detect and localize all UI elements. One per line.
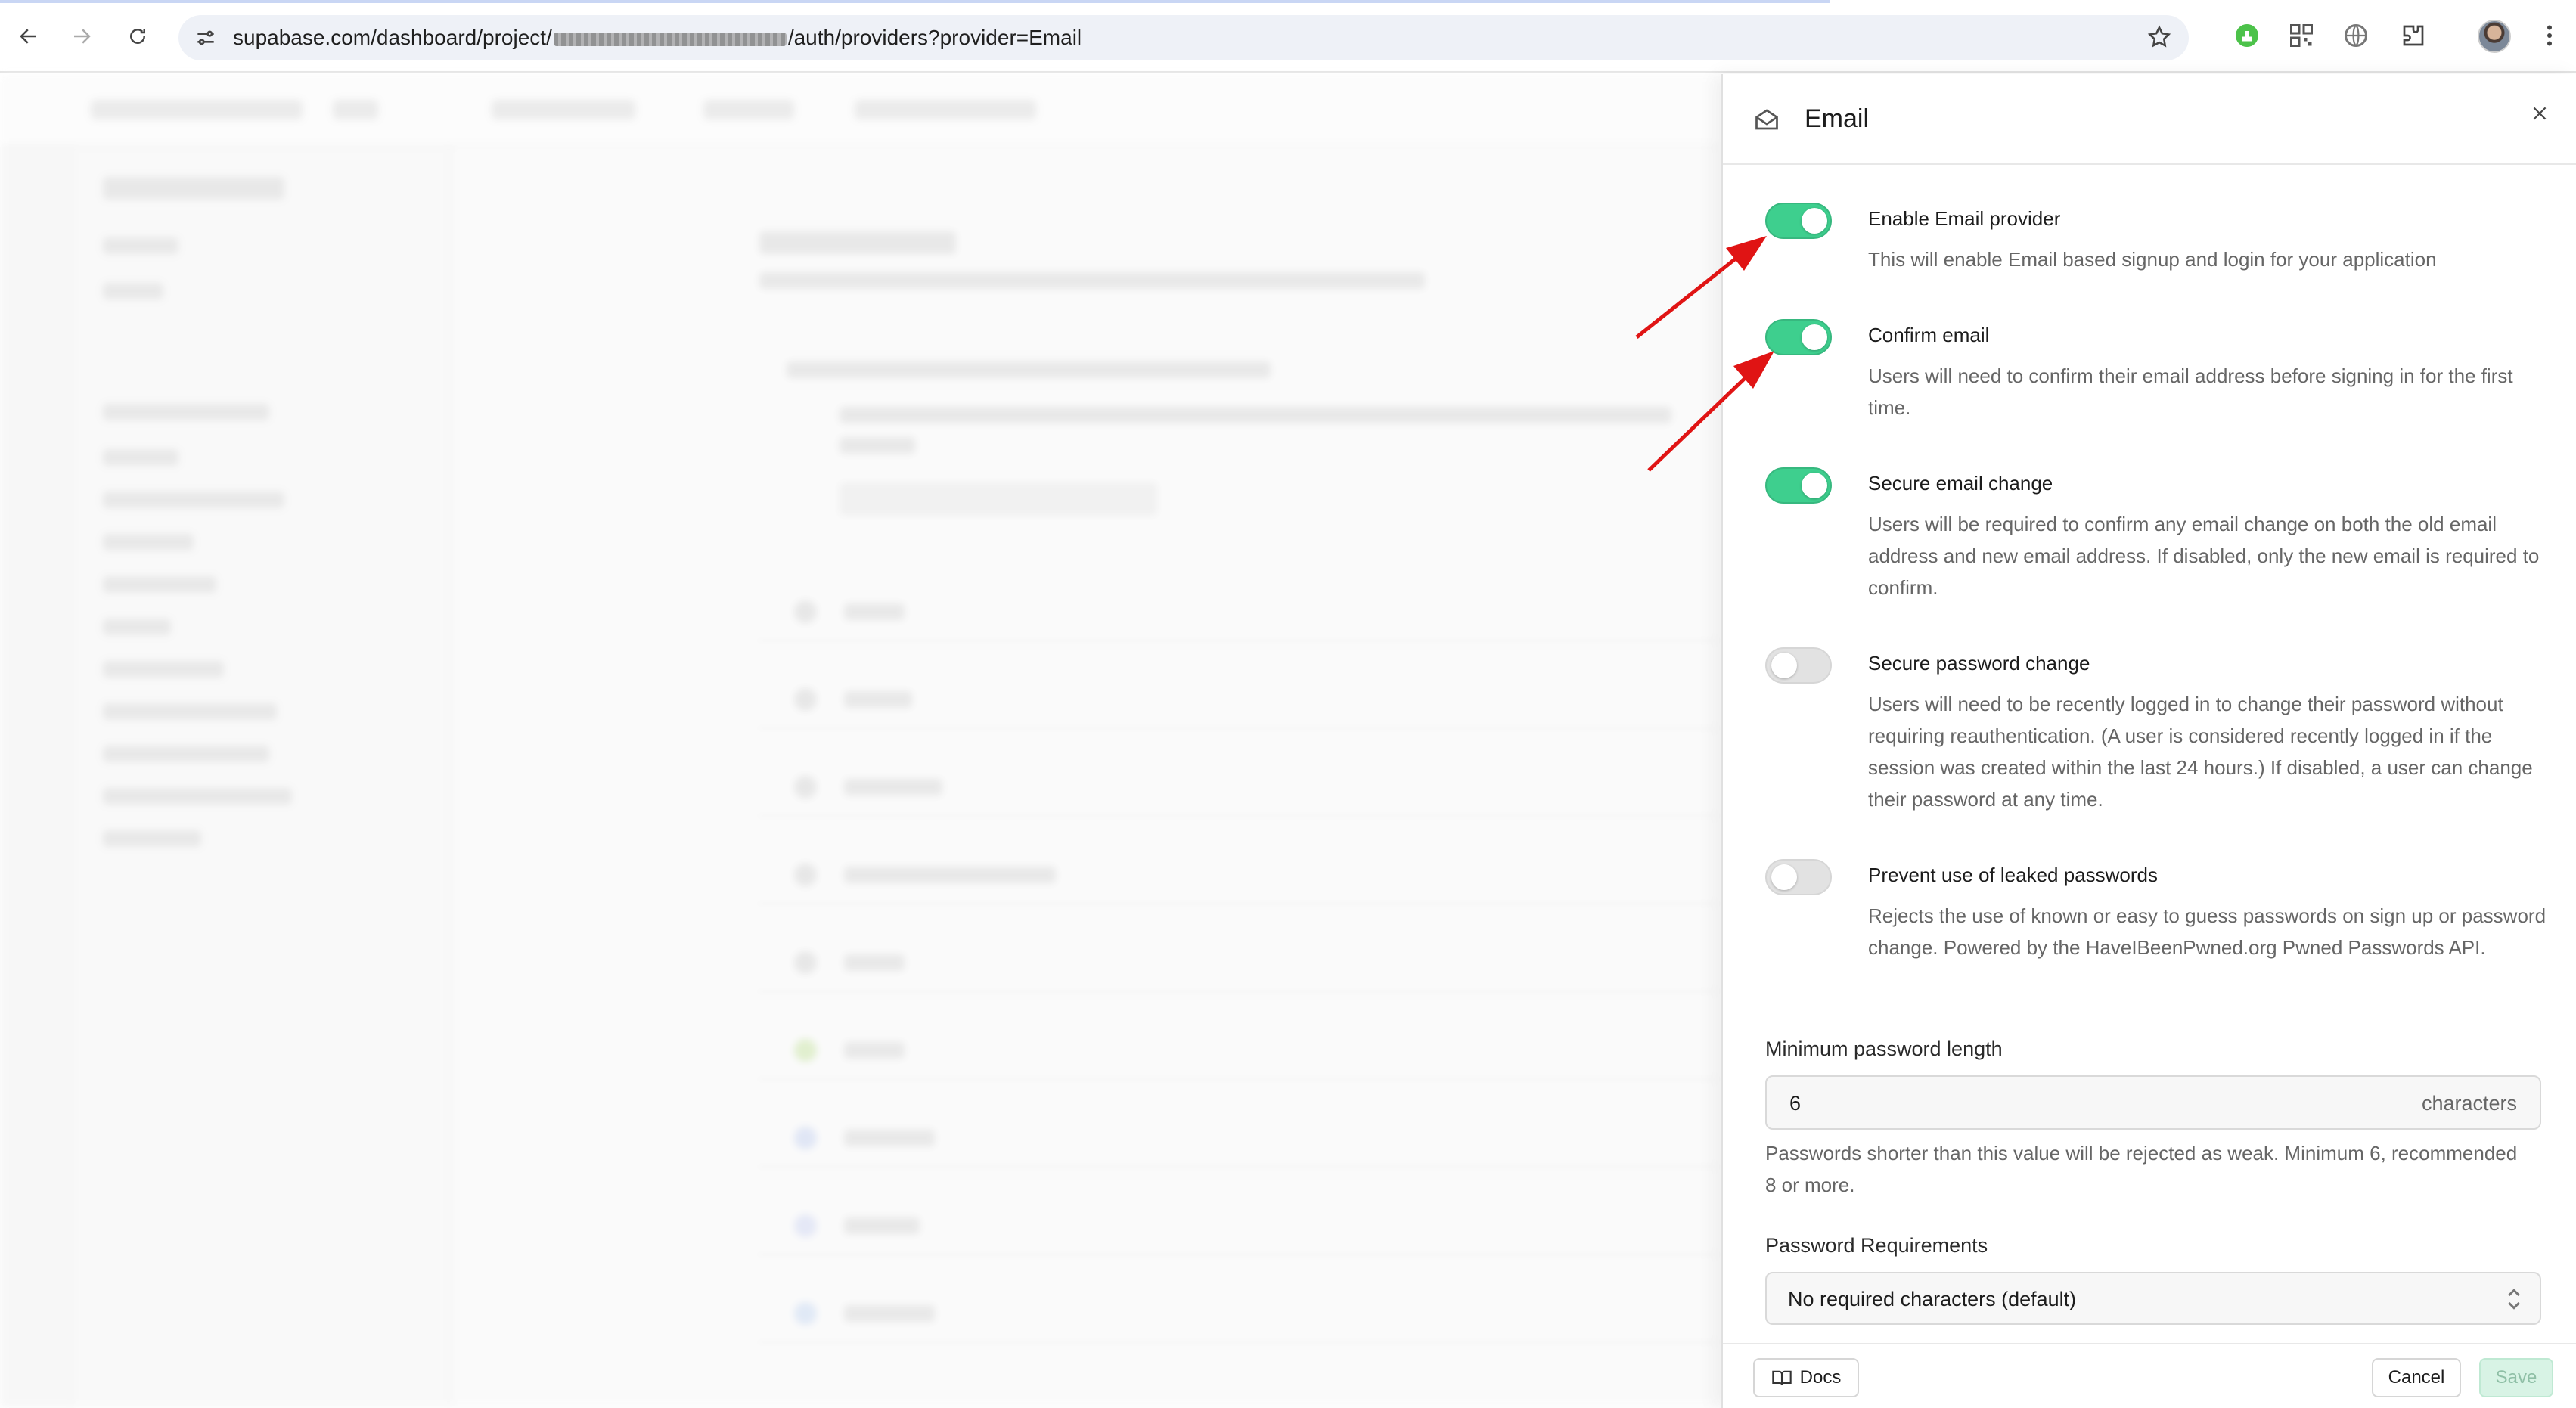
setting-label: Prevent use of leaked passwords [1868, 864, 2158, 886]
setting-label: Secure email change [1868, 472, 2053, 495]
url-text: supabase.com/dashboard/project//auth/pro… [233, 26, 1082, 49]
close-icon [2533, 107, 2547, 120]
setting-description: Users will be required to confirm any em… [1868, 513, 2540, 599]
redacted-project-id [553, 32, 787, 46]
email-provider-panel: Email Enable Email provider This will en… [1721, 74, 2576, 1408]
docs-button[interactable]: Docs [1753, 1358, 1859, 1397]
setting-description: Rejects the use of known or easy to gues… [1868, 904, 2547, 959]
close-button[interactable] [2525, 98, 2555, 129]
site-settings-icon[interactable] [194, 26, 218, 50]
extensions-puzzle-icon[interactable] [2398, 20, 2429, 51]
prevent-leaked-passwords-toggle[interactable] [1765, 859, 1832, 895]
book-open-icon [1771, 1370, 1792, 1385]
setting-label: Enable Email provider [1868, 207, 2061, 230]
password-requirements-label: Password Requirements [1765, 1234, 1988, 1257]
address-bar[interactable]: supabase.com/dashboard/project//auth/pro… [178, 15, 2189, 60]
qr-code-icon[interactable] [2286, 20, 2317, 51]
cancel-button[interactable]: Cancel [2372, 1358, 2461, 1397]
panel-header: Email [1723, 74, 2576, 165]
chevron-up-down-icon [2508, 1289, 2520, 1310]
mail-open-icon [1755, 109, 1778, 130]
password-requirements-value: No required characters (default) [1788, 1288, 2077, 1310]
min-password-length-suffix: characters [2421, 1092, 2517, 1115]
dashboard-background [0, 74, 1721, 1408]
password-requirements-select[interactable]: No required characters (default) [1765, 1272, 2541, 1325]
min-password-length-helper: Passwords shorter than this value will b… [1765, 1142, 2518, 1196]
page-load-progress [0, 0, 1830, 3]
confirm-email-toggle[interactable] [1765, 319, 1832, 355]
save-button[interactable]: Save [2479, 1358, 2553, 1397]
setting-label: Secure password change [1868, 652, 2090, 675]
extension-green-icon[interactable] [2231, 20, 2263, 51]
min-password-length-value: 6 [1789, 1092, 1802, 1115]
bookmark-star-icon[interactable] [2146, 24, 2172, 50]
reload-icon [130, 29, 145, 44]
browser-toolbar: supabase.com/dashboard/project//auth/pro… [0, 0, 2576, 73]
enable-email-provider-toggle[interactable] [1765, 203, 1832, 239]
more-menu-icon[interactable] [2534, 20, 2565, 51]
setting-description: This will enable Email based signup and … [1868, 248, 2437, 271]
secure-password-change-toggle[interactable] [1765, 647, 1832, 684]
panel-title: Email [1805, 104, 1870, 133]
setting-description: Users will need to be recently logged in… [1868, 693, 2533, 811]
forward-button[interactable] [62, 17, 101, 56]
setting-label: Confirm email [1868, 324, 1990, 346]
panel-footer: Docs Cancel Save [1723, 1343, 2576, 1408]
min-password-length-label: Minimum password length [1765, 1037, 2003, 1060]
arrow-right-icon [74, 29, 91, 44]
setting-description: Users will need to confirm their email a… [1868, 364, 2513, 419]
secure-email-change-toggle[interactable] [1765, 467, 1832, 504]
docs-button-label: Docs [1799, 1367, 1842, 1388]
min-password-length-input[interactable]: 6 characters [1765, 1075, 2541, 1130]
reload-button[interactable] [118, 17, 157, 56]
globe-icon[interactable] [2340, 20, 2372, 51]
back-button[interactable] [9, 17, 48, 56]
arrow-left-icon [20, 29, 36, 44]
profile-avatar[interactable] [2478, 20, 2511, 53]
